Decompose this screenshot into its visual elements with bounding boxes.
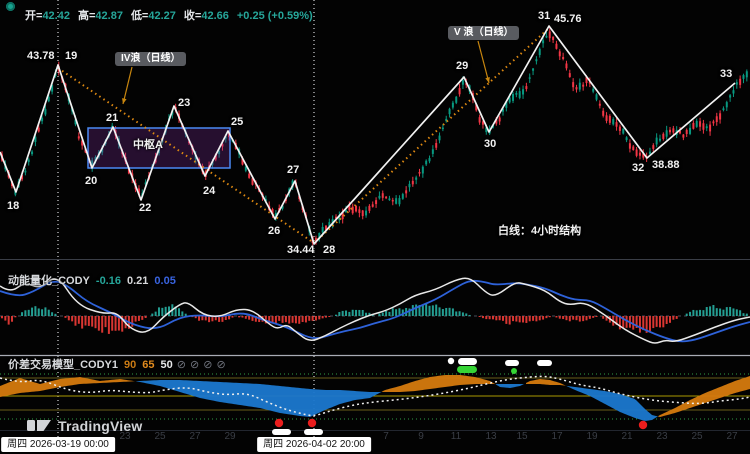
ohlc-value: 42.42: [42, 10, 70, 22]
hidden-eye-icon[interactable]: ⊘: [216, 359, 225, 371]
ohlc-value: 42.87: [95, 10, 123, 22]
time-axis-label: 7: [383, 431, 389, 442]
pivot-label-31: 31: [538, 11, 550, 22]
series-status-icon[interactable]: [6, 2, 15, 11]
indicator-value: 0.05: [154, 275, 175, 287]
pivot-label-29: 29: [456, 61, 468, 72]
panel1-slow-line: [0, 281, 750, 342]
price-label: 34.44: [287, 245, 315, 256]
time-axis-label: 9: [418, 431, 424, 442]
indicator-value: 65: [142, 359, 154, 371]
ohlc-value: 42.27: [148, 10, 176, 22]
time-axis-label: 25: [691, 431, 702, 442]
hidden-eye-icon[interactable]: ⊘: [203, 359, 212, 371]
ohlc-label: 开=: [25, 10, 42, 22]
pivot-label-32: 32: [632, 163, 644, 174]
time-axis-label: 21: [621, 431, 632, 442]
indicator-value: 0.21: [127, 275, 148, 287]
time-axis-label: 29: [224, 431, 235, 442]
panel2-ribbon: [0, 375, 750, 421]
time-axis-label: 27: [189, 431, 200, 442]
time-axis-label: 19: [586, 431, 597, 442]
pivot-label-25: 25: [231, 117, 243, 128]
pivot-label-21: 21: [106, 113, 118, 124]
pivot-label-18: 18: [7, 201, 19, 212]
panel1-title: 动能量化_CODY: [8, 275, 90, 287]
panel2-title: 价差交易模型_CODY1: [8, 359, 118, 371]
wave4-annotation[interactable]: IV浪（日线）: [115, 52, 186, 66]
indicator-value: -0.16: [96, 275, 121, 287]
panel1-histogram: [1, 304, 748, 334]
pivot-label-27: 27: [287, 165, 299, 176]
tradingview-chart-window: 开=42.42 高=42.87 低=42.27 收=42.66 +0.25 (+0.59…: [0, 0, 750, 454]
tradingview-logo-icon: [26, 417, 52, 434]
time-axis-label: 23: [656, 431, 667, 442]
time-axis-label: 25: [154, 431, 165, 442]
chart-canvas[interactable]: [0, 0, 750, 454]
ohlc-label: 低=: [131, 10, 148, 22]
pivot-label-26: 26: [268, 226, 280, 237]
price-label: 38.88: [652, 160, 680, 171]
change-value: +0.25 (+0.59%): [237, 10, 313, 22]
pivot-label-24: 24: [203, 186, 215, 197]
hidden-eye-icon[interactable]: ⊘: [177, 359, 186, 371]
structure-note: 白线：4小时结构: [498, 226, 581, 237]
panel1-title-row[interactable]: 动能量化_CODY -0.16 0.21 0.05: [8, 272, 176, 288]
indicator-value: 50: [161, 359, 173, 371]
ohlc-label: 收=: [184, 10, 201, 22]
time-axis-label: 17: [551, 431, 562, 442]
time-axis-label: 13: [485, 431, 496, 442]
ohlc-legend[interactable]: 开=42.42 高=42.87 低=42.27 收=42.66 +0.25 (+0.59…: [25, 7, 313, 23]
ohlc-label: 高=: [78, 10, 95, 22]
price-label: 45.76: [554, 14, 582, 25]
pivot-label-20: 20: [85, 176, 97, 187]
time-axis-label: 27: [726, 431, 737, 442]
pivot-label-22: 22: [139, 203, 151, 214]
pivot-label-33: 33: [720, 69, 732, 80]
hub-label: 中枢A: [133, 140, 163, 151]
time-axis-label: 11: [451, 431, 461, 442]
crosshair-date-box: 周四 2026-03-19 00:00: [1, 437, 115, 452]
tradingview-logo[interactable]: TradingView: [26, 417, 142, 434]
ohlc-value: 42.66: [201, 10, 229, 22]
tradingview-logo-text: TradingView: [58, 418, 142, 434]
hidden-eye-icon[interactable]: ⊘: [190, 359, 199, 371]
indicator-value: 90: [124, 359, 136, 371]
crosshair-date-box: 周四 2026-04-02 20:00: [257, 437, 371, 452]
pivot-label-28: 28: [323, 245, 335, 256]
pivot-label-19: 19: [65, 51, 77, 62]
pivot-label-30: 30: [484, 139, 496, 150]
time-axis-label: 15: [516, 431, 527, 442]
panel2-title-row[interactable]: 价差交易模型_CODY1 90 65 50 ⊘ ⊘ ⊘ ⊘: [8, 356, 226, 372]
wave5-annotation[interactable]: V 浪（日线）: [448, 26, 519, 40]
price-label: 43.78: [27, 51, 55, 62]
pivot-label-23: 23: [178, 98, 190, 109]
